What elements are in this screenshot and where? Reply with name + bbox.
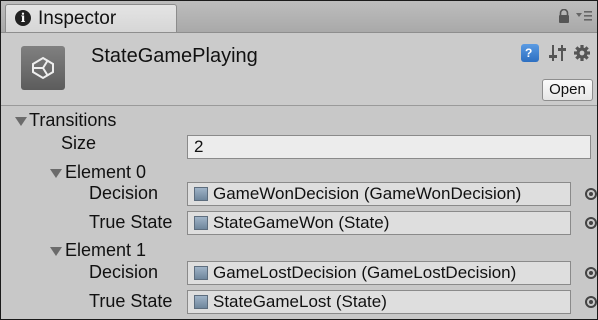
transitions-label[interactable]: Transitions	[29, 110, 116, 131]
info-icon: i	[15, 10, 31, 26]
preset-settings-icon[interactable]	[549, 43, 567, 63]
tab-menu-icon[interactable]	[575, 9, 593, 23]
object-picker-icon[interactable]	[585, 296, 597, 308]
element-1-label[interactable]: Element 1	[65, 240, 146, 261]
object-picker-icon[interactable]	[585, 188, 597, 200]
decision-label: Decision	[89, 183, 159, 203]
true-state-label: True State	[89, 212, 173, 232]
tab-bar: i Inspector	[1, 1, 597, 33]
lock-icon[interactable]	[557, 9, 571, 23]
size-label: Size	[61, 133, 97, 153]
tab-label: Inspector	[38, 8, 117, 29]
object-picker-icon[interactable]	[585, 217, 597, 229]
help-icon[interactable]: ?	[521, 44, 539, 62]
scriptable-object-icon	[194, 266, 208, 280]
true-state-value: StateGameLost (State)	[213, 292, 387, 311]
true-state-label: True State	[89, 291, 173, 311]
true-state-field-0[interactable]: StateGameWon (State)	[187, 211, 571, 235]
tab-inspector[interactable]: i Inspector	[5, 4, 177, 32]
open-button[interactable]: Open	[542, 79, 593, 101]
element-0-label[interactable]: Element 0	[65, 162, 146, 183]
unity-object-icon	[21, 46, 65, 90]
true-state-value: StateGameWon (State)	[213, 213, 390, 232]
object-picker-icon[interactable]	[585, 267, 597, 279]
element-0-foldout-arrow[interactable]	[50, 169, 62, 178]
scriptable-object-icon	[194, 187, 208, 201]
decision-label: Decision	[89, 262, 159, 282]
true-state-field-1[interactable]: StateGameLost (State)	[187, 290, 571, 314]
object-name: StateGamePlaying	[91, 45, 258, 67]
size-field[interactable]: 2	[187, 135, 591, 159]
scriptable-object-icon	[194, 216, 208, 230]
element-1-foldout-arrow[interactable]	[50, 247, 62, 256]
transitions-foldout-arrow[interactable]	[15, 117, 27, 126]
object-header: StateGamePlaying ? Open	[1, 33, 597, 106]
help-glyph: ?	[525, 46, 533, 60]
inspector-window: i Inspector StateGamePlaying ? Open Tran…	[0, 0, 598, 320]
decision-field-1[interactable]: GameLostDecision (GameLostDecision)	[187, 261, 571, 285]
size-value: 2	[194, 137, 204, 156]
gear-icon[interactable]	[573, 43, 591, 63]
decision-value: GameWonDecision (GameWonDecision)	[213, 184, 522, 203]
scriptable-object-icon	[194, 295, 208, 309]
decision-field-0[interactable]: GameWonDecision (GameWonDecision)	[187, 182, 571, 206]
decision-value: GameLostDecision (GameLostDecision)	[213, 263, 517, 282]
